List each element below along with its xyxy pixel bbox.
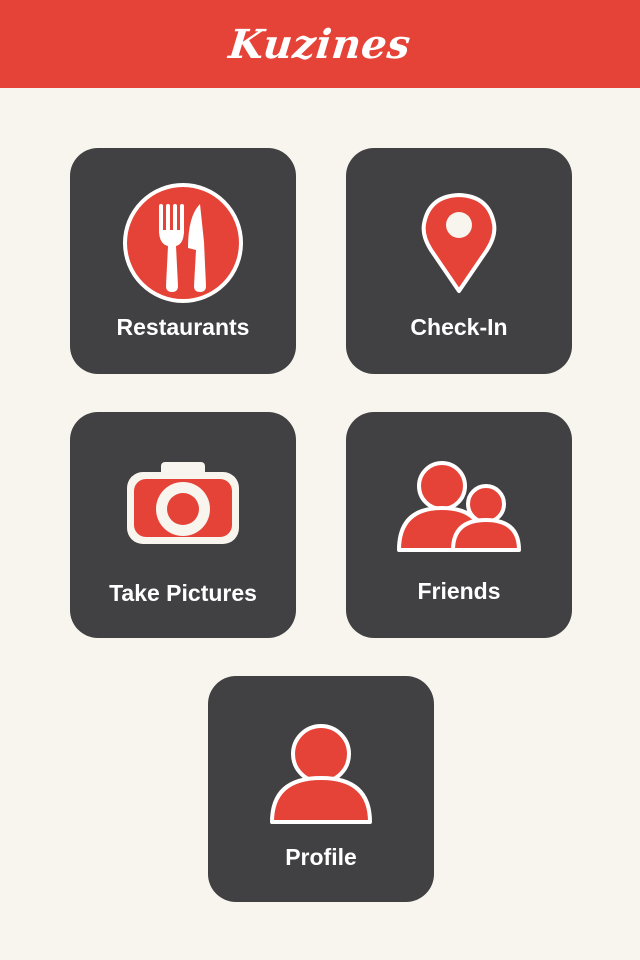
restaurants-label: Restaurants xyxy=(116,314,250,340)
friends-icon xyxy=(397,461,521,552)
camera-icon xyxy=(127,462,239,544)
fork-knife-icon xyxy=(123,183,243,303)
take-pictures-label: Take Pictures xyxy=(109,580,257,606)
friends-button[interactable]: Friends xyxy=(346,412,572,638)
restaurants-button[interactable]: Restaurants xyxy=(70,148,296,374)
map-pin-icon xyxy=(421,193,497,293)
person-icon xyxy=(270,724,372,824)
profile-button[interactable]: Profile xyxy=(208,676,434,902)
app-title: Kuzines xyxy=(226,20,414,68)
checkin-button[interactable]: Check-In xyxy=(346,148,572,374)
app-header: Kuzines xyxy=(0,0,640,88)
profile-label: Profile xyxy=(285,844,357,870)
take-pictures-button[interactable]: Take Pictures xyxy=(70,412,296,638)
friends-label: Friends xyxy=(417,578,501,604)
checkin-label: Check-In xyxy=(410,314,508,340)
